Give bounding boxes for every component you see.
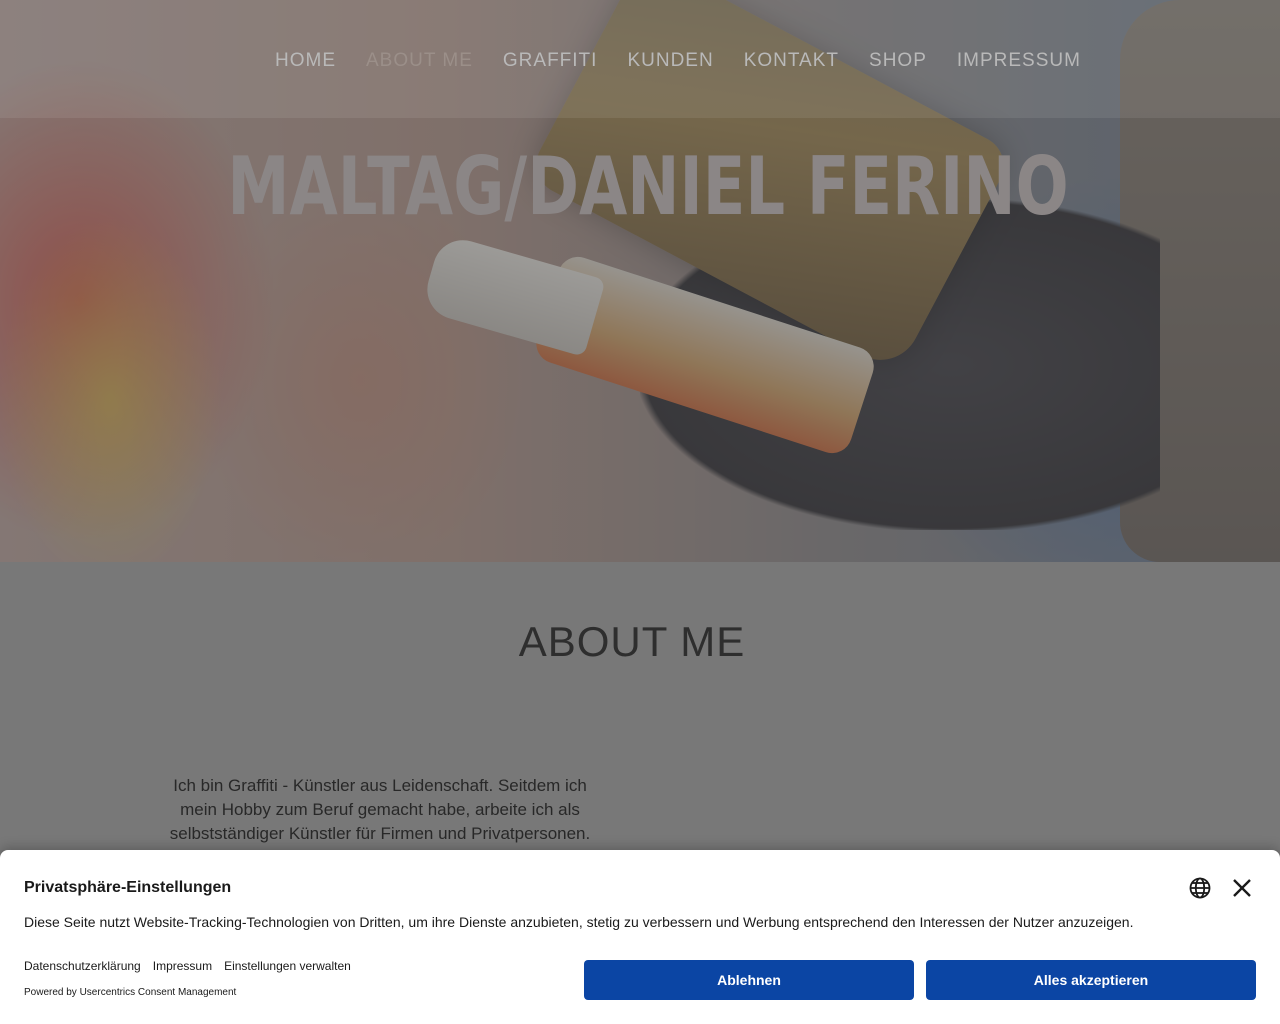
manage-settings-link[interactable]: Einstellungen verwalten [224, 959, 351, 973]
imprint-link[interactable]: Impressum [153, 959, 212, 973]
consent-description: Diese Seite nutzt Website-Tracking-Techn… [24, 914, 1134, 930]
nav-item-impressum[interactable]: IMPRESSUM [942, 50, 1096, 72]
nav-item-shop[interactable]: SHOP [854, 50, 942, 72]
consent-title: Privatsphäre-Einstellungen [24, 879, 232, 896]
nav-item-home[interactable]: HOME [260, 50, 351, 72]
consent-banner: Privatsphäre-Einstellungen Diese Seite n… [0, 850, 1280, 1024]
about-heading: ABOUT ME [518, 618, 746, 665]
accept-all-button[interactable]: Alles akzeptieren [926, 960, 1256, 1000]
globe-icon[interactable] [1188, 876, 1212, 900]
close-icon[interactable] [1230, 876, 1254, 900]
deny-button[interactable]: Ablehnen [584, 960, 914, 1000]
nav-item-about-me[interactable]: ABOUT ME [351, 50, 488, 72]
powered-by-text: Powered by Usercentrics Consent Manageme… [24, 987, 237, 998]
nav-item-kontakt[interactable]: KONTAKT [729, 50, 854, 72]
nav-item-kunden[interactable]: KUNDEN [612, 50, 728, 72]
consent-links: Datenschutzerklärung Impressum Einstellu… [24, 959, 351, 973]
about-text: Ich bin Graffiti - Künstler aus Leidensc… [169, 776, 591, 843]
privacy-policy-link[interactable]: Datenschutzerklärung [24, 959, 141, 973]
main-navigation: HOME ABOUT ME GRAFFITI KUNDEN KONTAKT SH… [260, 50, 1096, 72]
hero-section: HOME ABOUT ME GRAFFITI KUNDEN KONTAKT SH… [0, 0, 1280, 562]
site-title: MALTAG/DANIEL FERINO [227, 140, 1069, 233]
top-navigation-bar: HOME ABOUT ME GRAFFITI KUNDEN KONTAKT SH… [0, 0, 1280, 118]
nav-item-graffiti[interactable]: GRAFFITI [488, 50, 613, 72]
